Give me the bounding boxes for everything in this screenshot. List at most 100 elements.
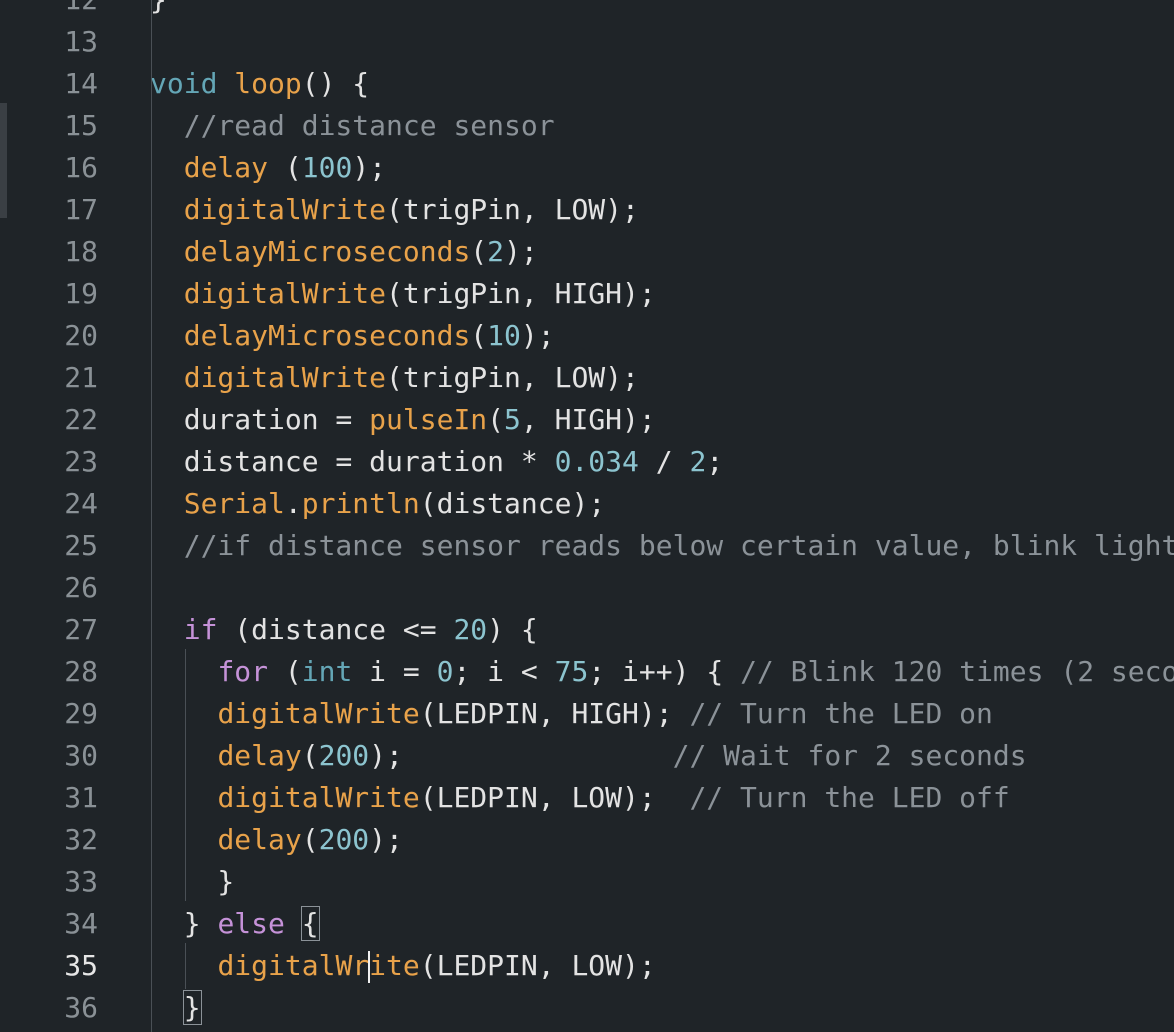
- line-number: 22: [64, 403, 98, 436]
- code-line[interactable]: 12}: [0, 0, 1174, 21]
- line-number: 19: [64, 277, 98, 310]
- code-text[interactable]: //if distance sensor reads below certain…: [150, 525, 1174, 567]
- code-line[interactable]: 28 for (int i = 0; i < 75; i++) { // Bli…: [0, 651, 1174, 693]
- code-line[interactable]: 26: [0, 567, 1174, 609]
- code-text[interactable]: if (distance <= 20) {: [150, 609, 538, 651]
- code-line[interactable]: 19 digitalWrite(trigPin, HIGH);: [0, 273, 1174, 315]
- code-line[interactable]: 17 digitalWrite(trigPin, LOW);: [0, 189, 1174, 231]
- code-line[interactable]: 20 delayMicroseconds(10);: [0, 315, 1174, 357]
- code-text[interactable]: //read distance sensor: [150, 105, 555, 147]
- line-number: 30: [64, 739, 98, 772]
- code-line[interactable]: 25 //if distance sensor reads below cert…: [0, 525, 1174, 567]
- code-token: delayMicroseconds: [183, 235, 471, 268]
- code-token: i =: [352, 655, 437, 688]
- code-token: ite: [369, 949, 420, 982]
- code-line[interactable]: 23 distance = duration * 0.034 / 2;: [0, 441, 1174, 483]
- code-token: }: [150, 865, 235, 898]
- code-token: digitalWrite: [217, 697, 420, 730]
- code-line[interactable]: 24 Serial.println(distance);: [0, 483, 1174, 525]
- code-line[interactable]: 18 delayMicroseconds(2);: [0, 231, 1174, 273]
- code-token: distance = duration *: [150, 445, 555, 478]
- code-editor[interactable]: 12} 13 14void loop() {15 //read distance s…: [0, 0, 1174, 1032]
- code-text[interactable]: digitalWrite(trigPin, LOW);: [150, 189, 639, 231]
- code-text[interactable]: }: [150, 861, 234, 903]
- code-line[interactable]: 35 digitalWrite(LEDPIN, LOW);: [0, 945, 1174, 987]
- code-text[interactable]: distance = duration * 0.034 / 2;: [150, 441, 723, 483]
- code-text[interactable]: digitalWrite(LEDPIN, LOW); // Turn the L…: [150, 777, 1009, 819]
- code-token: }: [182, 990, 202, 1025]
- code-line[interactable]: 13: [0, 21, 1174, 63]
- code-token: );: [520, 319, 555, 352]
- code-token: int: [301, 655, 353, 688]
- code-token: 0: [436, 655, 454, 688]
- line-number: 18: [64, 235, 98, 268]
- code-token: }: [150, 0, 167, 16]
- code-token: ;: [706, 445, 724, 478]
- line-number: 21: [64, 361, 98, 394]
- line-number: 32: [64, 823, 98, 856]
- code-token: /: [638, 445, 690, 478]
- code-line[interactable]: 30 delay(200); // Wait for 2 seconds: [0, 735, 1174, 777]
- code-token: );: [352, 151, 387, 184]
- code-line[interactable]: 36 }: [0, 987, 1174, 1029]
- code-token: (: [301, 739, 319, 772]
- code-text[interactable]: Serial.println(distance);: [150, 483, 605, 525]
- code-token: (: [301, 823, 319, 856]
- code-line[interactable]: 15 //read distance sensor: [0, 105, 1174, 147]
- code-token: for: [217, 655, 269, 688]
- code-token: (trigPin, LOW);: [386, 361, 639, 394]
- code-token: //read distance sensor: [183, 109, 555, 142]
- code-text[interactable]: for (int i = 0; i < 75; i++) { // Blink …: [150, 651, 1174, 693]
- line-number: 13: [64, 25, 98, 58]
- code-token: 0.034: [554, 445, 639, 478]
- code-token: // Wait for 2 seconds: [672, 739, 1027, 772]
- code-token: {: [300, 906, 320, 941]
- code-text[interactable]: } else {: [150, 903, 320, 945]
- code-text[interactable]: digitalWrite(trigPin, LOW);: [150, 357, 639, 399]
- code-line[interactable]: 29 digitalWrite(LEDPIN, HIGH); // Turn t…: [0, 693, 1174, 735]
- code-token: digitalWr: [217, 949, 370, 982]
- code-text[interactable]: }: [150, 987, 202, 1029]
- line-number: 31: [64, 781, 98, 814]
- code-token: ; i <: [453, 655, 555, 688]
- code-line[interactable]: 33 }: [0, 861, 1174, 903]
- code-line[interactable]: 14 void loop() {: [0, 63, 1174, 105]
- code-token: 5: [504, 403, 521, 436]
- line-number: 36: [64, 991, 98, 1024]
- line-number: 25: [64, 529, 98, 562]
- code-line[interactable]: 27 if (distance <= 20) {: [0, 609, 1174, 651]
- code-text[interactable]: digitalWrite(LEDPIN, HIGH); // Turn the …: [150, 693, 992, 735]
- code-line[interactable]: 31 digitalWrite(LEDPIN, LOW); // Turn th…: [0, 777, 1174, 819]
- code-text[interactable]: }: [150, 0, 167, 21]
- code-token: (distance);: [419, 487, 606, 520]
- indent-guide: [185, 649, 186, 901]
- code-text[interactable]: void loop() {: [150, 63, 369, 105]
- code-token: loop: [234, 67, 302, 100]
- code-text[interactable]: delay (100);: [150, 147, 386, 189]
- code-text[interactable]: delay(200);: [150, 819, 402, 861]
- code-line[interactable]: 22 duration = pulseIn(5, HIGH);: [0, 399, 1174, 441]
- code-token: (: [268, 655, 302, 688]
- code-token: (: [487, 403, 505, 436]
- line-number: 29: [64, 697, 98, 730]
- code-text[interactable]: delayMicroseconds(10);: [150, 315, 555, 357]
- code-token: digitalWrite: [217, 781, 420, 814]
- code-line[interactable]: 32 delay(200);: [0, 819, 1174, 861]
- code-text[interactable]: duration = pulseIn(5, HIGH);: [150, 399, 656, 441]
- code-text[interactable]: digitalWrite(trigPin, HIGH);: [150, 273, 656, 315]
- code-token: (LEDPIN, HIGH);: [419, 697, 690, 730]
- code-text[interactable]: digitalWrite(LEDPIN, LOW);: [150, 945, 656, 987]
- code-line[interactable]: 34 } else {: [0, 903, 1174, 945]
- code-line[interactable]: 21 digitalWrite(trigPin, LOW);: [0, 357, 1174, 399]
- code-text[interactable]: delayMicroseconds(2);: [150, 231, 538, 273]
- code-token: if: [183, 613, 218, 646]
- code-line[interactable]: 16 delay (100);: [0, 147, 1174, 189]
- code-text[interactable]: delay(200); // Wait for 2 seconds: [150, 735, 1027, 777]
